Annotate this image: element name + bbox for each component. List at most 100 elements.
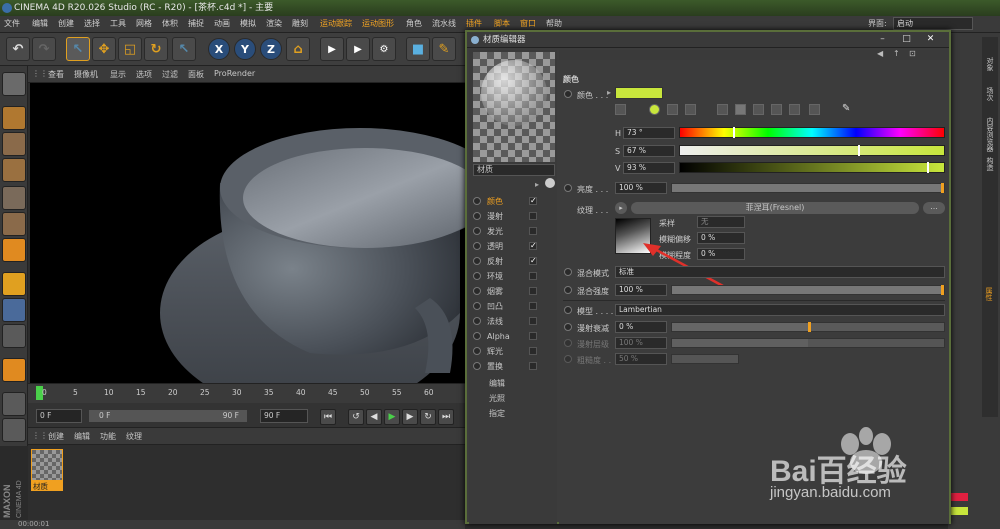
mix-strength-slider[interactable] <box>671 285 945 295</box>
saturation-marker[interactable] <box>858 145 860 156</box>
diffuse-level-anim-dot[interactable] <box>564 339 572 347</box>
redo-button[interactable]: ↷ <box>32 37 56 61</box>
texture-mode-icon[interactable] <box>2 132 26 156</box>
channel-diffuse[interactable]: 漫射 <box>473 209 553 223</box>
edges-mode-icon[interactable] <box>2 212 26 236</box>
tab-objects[interactable]: 对象 <box>985 57 995 71</box>
preview-arrow-icon[interactable]: ▸ <box>535 180 539 189</box>
viewport-menu-display[interactable]: 显示 <box>110 69 126 80</box>
menu-sculpt[interactable]: 雕刻 <box>292 18 308 29</box>
matmgr-menu-edit[interactable]: 编辑 <box>74 431 90 442</box>
mix-strength-knob[interactable] <box>941 285 944 295</box>
sampling-select[interactable]: 无 <box>697 216 745 228</box>
hue-field[interactable]: 73 ° <box>623 127 675 139</box>
texture-arrow-button[interactable]: ▸ <box>615 202 627 214</box>
points-mode-icon[interactable] <box>2 186 26 210</box>
snap-icon[interactable] <box>2 324 26 348</box>
menu-plugins[interactable]: 插件 <box>466 18 482 29</box>
channel-displacement-checkbox[interactable] <box>529 362 537 370</box>
close-button[interactable]: ✕ <box>925 34 936 45</box>
mix-mode-select[interactable]: 标准 <box>615 266 945 278</box>
recent-tool-button[interactable]: ↖ <box>172 37 196 61</box>
menu-select[interactable]: 选择 <box>84 18 100 29</box>
menu-pipeline[interactable]: 流水线 <box>432 18 456 29</box>
scale-tool-button[interactable]: ◱ <box>118 37 142 61</box>
editor-tab-link[interactable]: 编辑 <box>489 378 505 389</box>
model-mode-icon[interactable] <box>2 106 26 130</box>
material-name-field[interactable]: 材质 <box>473 164 555 176</box>
tweak-mode-icon[interactable] <box>2 298 26 322</box>
matmgr-menu-texture[interactable]: 纹理 <box>126 431 142 442</box>
kelvin-mode-icon[interactable] <box>753 104 764 115</box>
menu-window[interactable]: 窗口 <box>520 18 536 29</box>
play-button[interactable]: ▶ <box>384 409 400 425</box>
channel-reflectance[interactable]: 反射 ✓ <box>473 254 553 268</box>
undo-button[interactable]: ↶ <box>6 37 30 61</box>
cube-object-button[interactable]: ■ <box>406 37 430 61</box>
channel-fog[interactable]: 烟雾 <box>473 284 553 298</box>
start-frame-field[interactable]: 0 F <box>36 409 82 423</box>
channel-alpha-checkbox[interactable] <box>529 332 537 340</box>
menu-file[interactable]: 文件 <box>4 18 20 29</box>
channel-environment-checkbox[interactable] <box>529 272 537 280</box>
menu-tools[interactable]: 工具 <box>110 18 126 29</box>
nav-back-icon[interactable]: ◀ <box>877 49 883 58</box>
diffuse-falloff-anim-dot[interactable] <box>564 323 572 331</box>
spectrum-icon[interactable] <box>649 104 660 115</box>
channel-bump-checkbox[interactable] <box>529 302 537 310</box>
model-anim-dot[interactable] <box>564 306 572 314</box>
menu-snap[interactable]: 捕捉 <box>188 18 204 29</box>
tab-structure[interactable]: 构造 <box>985 157 995 171</box>
roughness-field[interactable]: 50 % <box>615 353 667 365</box>
channel-transparency-checkbox[interactable]: ✓ <box>529 242 537 250</box>
assignment-tab-link[interactable]: 指定 <box>489 408 505 419</box>
menu-animate[interactable]: 动画 <box>214 18 230 29</box>
prev-frame-button[interactable]: ◀ <box>366 409 382 425</box>
swatch-grid-icon[interactable] <box>809 104 820 115</box>
nav-lock-icon[interactable]: ⊡ <box>909 49 916 58</box>
viewport-menu-cameras[interactable]: 摄像机 <box>74 69 98 80</box>
dialog-titlebar[interactable]: 材质编辑器 – □ ✕ <box>467 32 949 48</box>
solo-icon[interactable] <box>2 418 26 442</box>
roughness-slider[interactable] <box>671 354 739 364</box>
viewport-menu-panel[interactable]: 面板 <box>188 69 204 80</box>
x-axis-button[interactable]: X <box>208 38 230 60</box>
channel-luminance-checkbox[interactable] <box>529 227 537 235</box>
diffuse-falloff-knob[interactable] <box>808 322 811 332</box>
menu-edit[interactable]: 编辑 <box>32 18 48 29</box>
color-anim-dot[interactable] <box>564 90 572 98</box>
channel-reflectance-checkbox[interactable]: ✓ <box>529 257 537 265</box>
value-marker[interactable] <box>927 162 929 173</box>
menu-motion-tracking[interactable]: 运动跟踪 <box>320 18 352 29</box>
render-settings-button[interactable]: ⚙ <box>372 37 396 61</box>
menu-mograph[interactable]: 运动图形 <box>362 18 394 29</box>
live-selection-button[interactable]: ↖ <box>66 37 90 61</box>
swatches-mode-icon[interactable] <box>789 104 800 115</box>
channel-color[interactable]: 颜色 ✓ <box>473 194 553 208</box>
roughness-anim-dot[interactable] <box>564 355 572 363</box>
viewport-menu-options[interactable]: 选项 <box>136 69 152 80</box>
diffuse-level-field[interactable]: 100 % <box>615 337 667 349</box>
channel-fog-checkbox[interactable] <box>529 287 537 295</box>
move-tool-button[interactable]: ✥ <box>92 37 116 61</box>
value-field[interactable]: 93 % <box>623 162 675 174</box>
channel-glow[interactable]: 辉光 <box>473 344 553 358</box>
y-axis-button[interactable]: Y <box>234 38 256 60</box>
channel-glow-checkbox[interactable] <box>529 347 537 355</box>
magnet-icon[interactable] <box>2 358 26 382</box>
material-preview[interactable] <box>473 52 555 162</box>
menu-render[interactable]: 渲染 <box>266 18 282 29</box>
goto-end-button[interactable]: ⏭ <box>438 409 454 425</box>
brightness-anim-dot[interactable] <box>564 184 572 192</box>
menu-mesh[interactable]: 网格 <box>136 18 152 29</box>
hue-slider[interactable] <box>679 127 945 138</box>
tab-content-browser[interactable]: 内容浏览器 <box>985 117 995 152</box>
kelvin-icon[interactable] <box>685 104 696 115</box>
next-frame-button[interactable]: ▶ <box>402 409 418 425</box>
enable-axis-icon[interactable] <box>2 272 26 296</box>
tab-takes[interactable]: 场次 <box>985 87 995 101</box>
brightness-field[interactable]: 100 % <box>615 182 667 194</box>
prev-key-button[interactable]: ↺ <box>348 409 364 425</box>
minimize-button[interactable]: – <box>877 34 888 45</box>
preview-range-slider[interactable]: 0 F 90 F <box>88 409 248 423</box>
